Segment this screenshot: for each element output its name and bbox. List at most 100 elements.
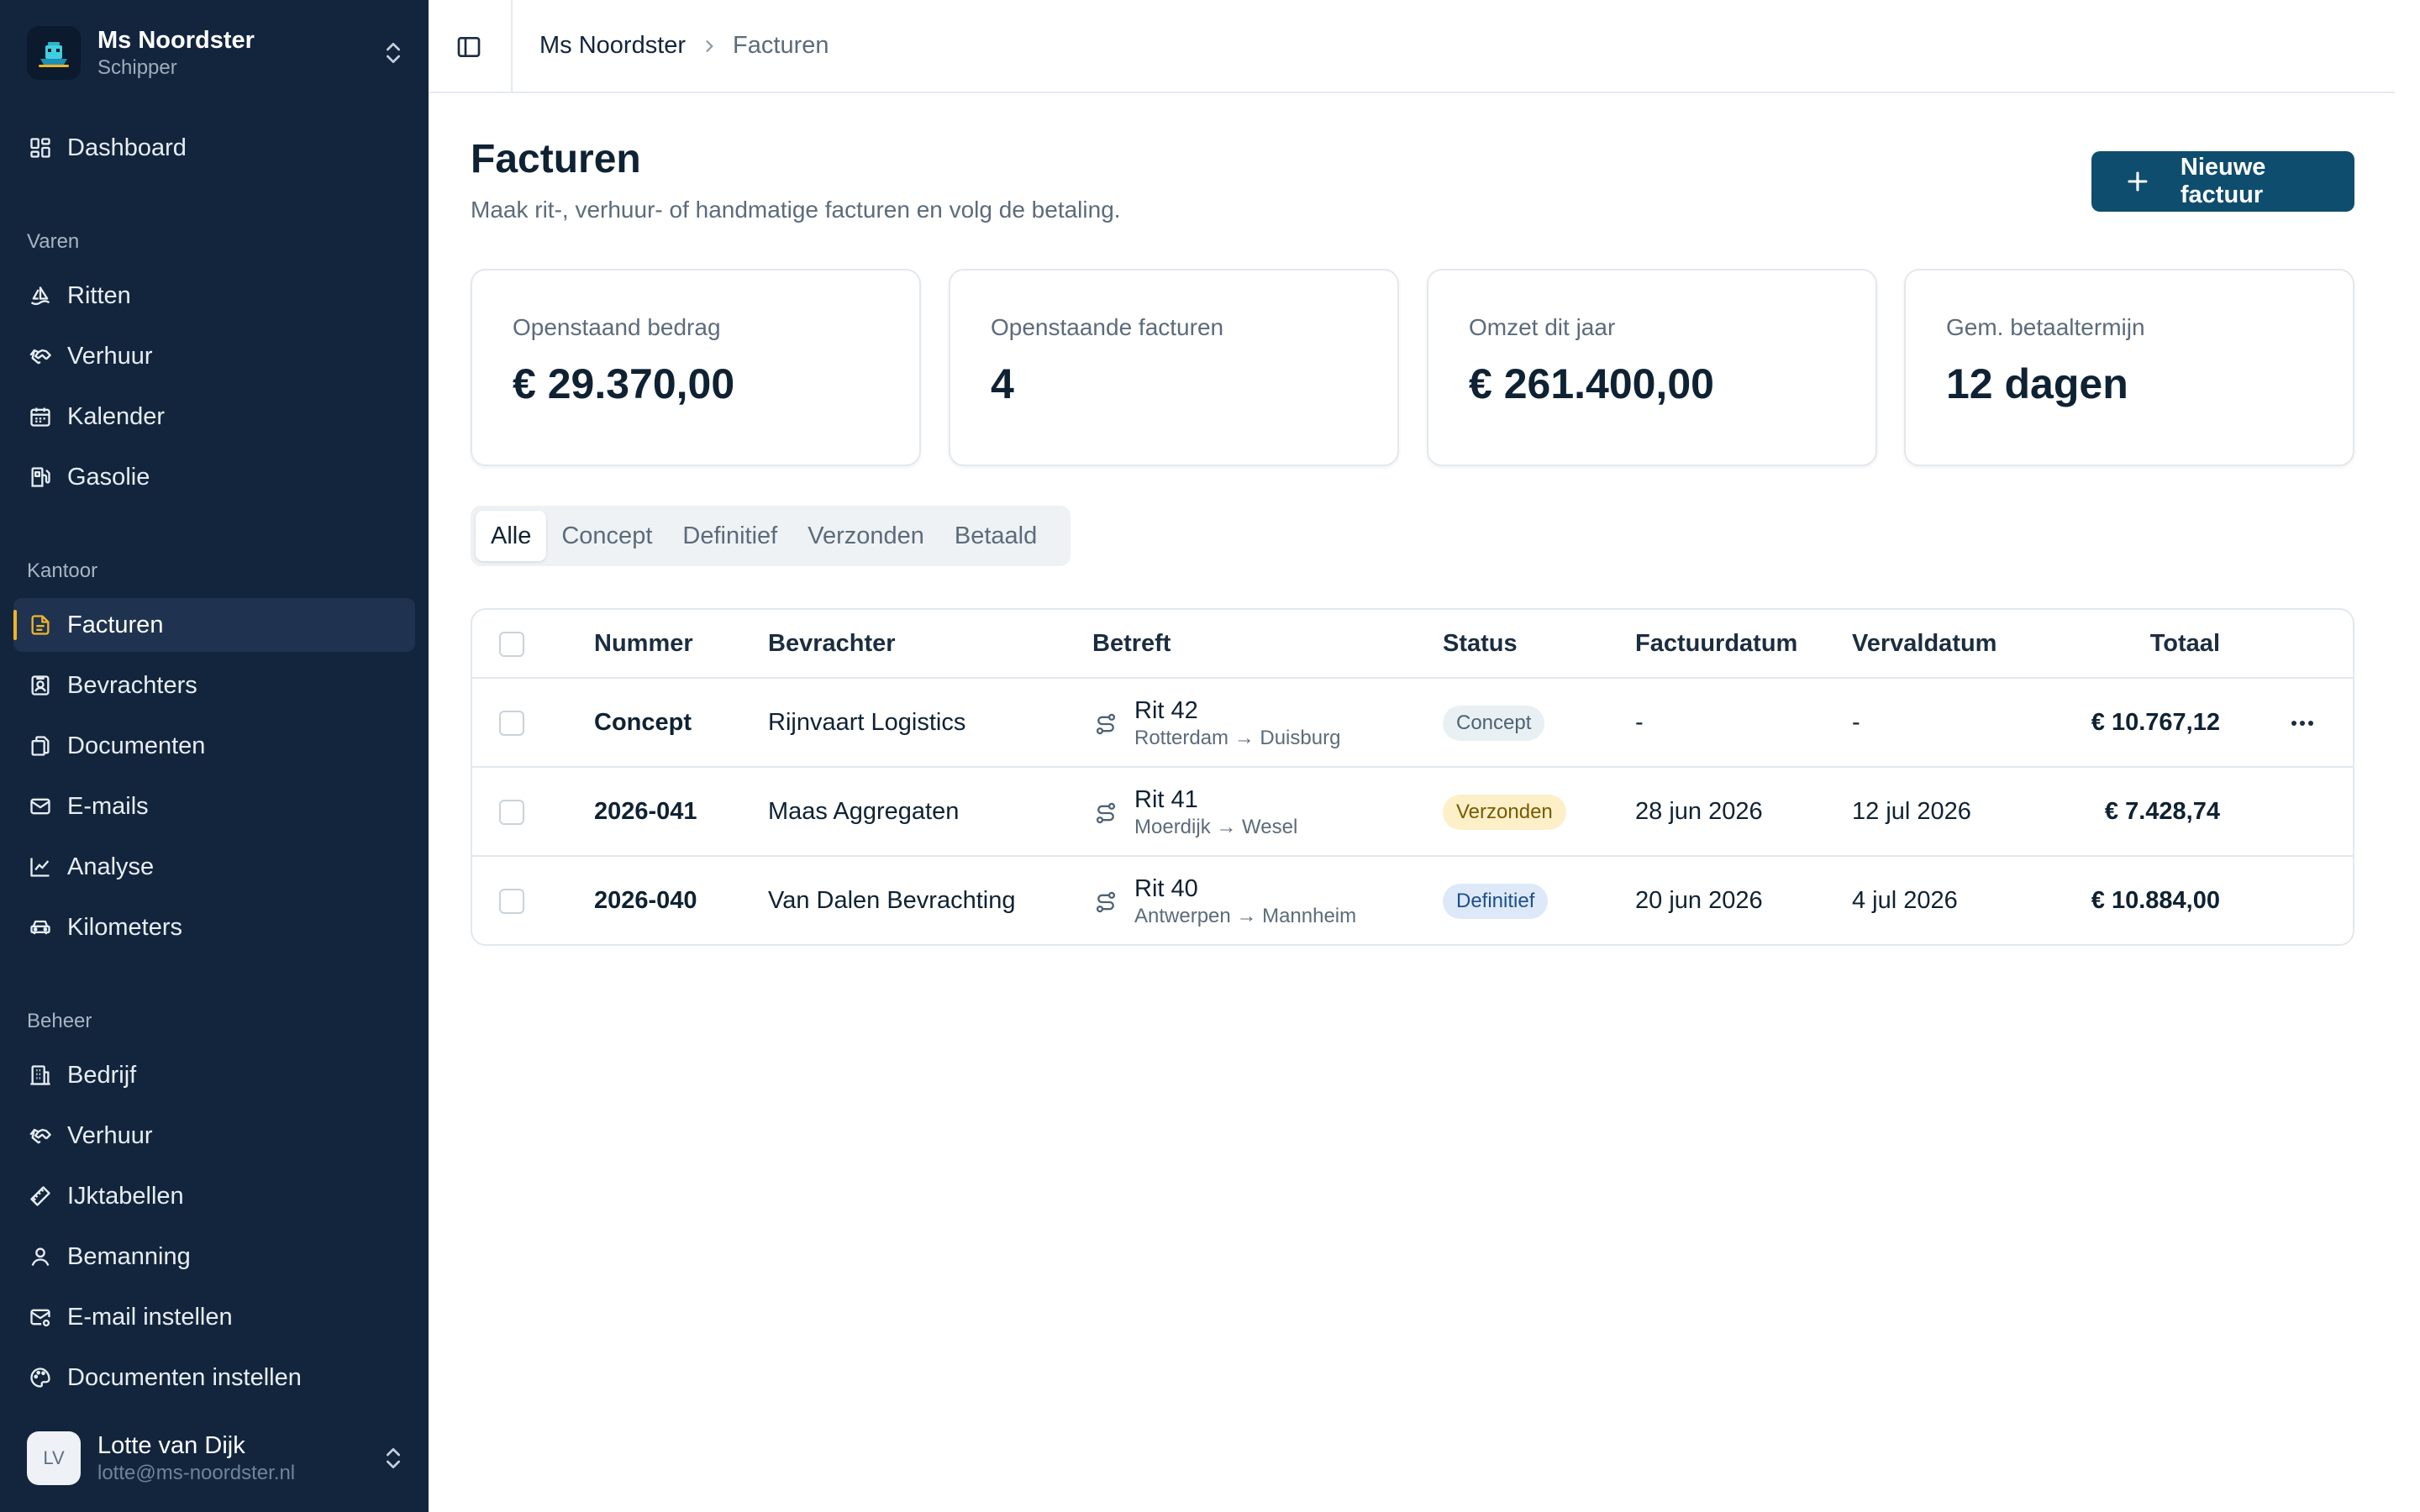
dashboard-icon (27, 134, 54, 161)
sailboat-icon (27, 282, 54, 309)
tab-concept[interactable]: Concept (546, 511, 667, 561)
sidebar-item-e-mails[interactable]: E-mails (13, 780, 415, 833)
sidebar-item-label: Verhuur (67, 1121, 153, 1149)
due-date: 4 jul 2026 (1852, 887, 1958, 914)
row-checkbox[interactable] (499, 889, 524, 914)
sidebar-item-bemanning[interactable]: Bemanning (13, 1230, 415, 1284)
trip-reference[interactable]: Rit 41 Moerdijk → Wesel (1094, 785, 1297, 840)
sidebar-toggle-button[interactable] (454, 32, 484, 62)
invoice-total: € 10.884,00 (2091, 887, 2220, 914)
tab-verzonden[interactable]: Verzonden (792, 511, 939, 561)
stat-value: 4 (991, 360, 1014, 407)
workspace-switcher[interactable]: Ms Noordster Schipper (27, 25, 407, 81)
stat-card-openstaande-facturen: Openstaande facturen 4 (949, 269, 1399, 466)
trip-route: Moerdijk → Wesel (1134, 816, 1298, 838)
palette-icon (27, 1364, 54, 1391)
topbar: Ms Noordster Facturen (429, 0, 2395, 93)
sidebar-item-ritten[interactable]: Ritten (13, 269, 415, 323)
sidebar-item-analyse[interactable]: Analyse (13, 840, 415, 894)
shipper-name: Maas Aggregaten (768, 798, 960, 825)
sidebar-item-bedrijf[interactable]: Bedrijf (13, 1048, 415, 1102)
due-date: 12 jul 2026 (1852, 798, 1971, 825)
table-row[interactable]: 2026-040 Van Dalen Bevrachting Rit 40 An… (472, 857, 2353, 944)
column-header-bevrachter[interactable]: Bevrachter (768, 630, 896, 658)
documents-icon (27, 732, 54, 759)
sidebar-item-gasolie[interactable]: Gasolie (13, 450, 415, 504)
tab-definitief[interactable]: Definitief (667, 511, 792, 561)
sidebar-item-dashboard[interactable]: Dashboard (13, 121, 415, 175)
sidebar-item-facturen[interactable]: Facturen (13, 598, 415, 652)
status-badge: Definitief (1443, 884, 1549, 919)
section-label-beheer: Beheer (27, 1010, 92, 1032)
new-invoice-button[interactable]: Nieuwe factuur (2091, 151, 2354, 212)
table-row[interactable]: 2026-041 Maas Aggregaten Rit 41 Moerdijk… (472, 768, 2353, 857)
sidebar-item-e-mail-instellen[interactable]: E-mail instellen (13, 1290, 415, 1344)
sidebar-item-bevrachters[interactable]: Bevrachters (13, 659, 415, 712)
column-header-factuurdatum[interactable]: Factuurdatum (1635, 630, 1797, 658)
user-icon (27, 1243, 54, 1270)
sidebar-item-verhuur-beheer[interactable]: Verhuur (13, 1109, 415, 1163)
new-invoice-label: Nieuwe factuur (2180, 154, 2266, 208)
sidebar-item-ijktabellen[interactable]: IJktabellen (13, 1169, 415, 1223)
column-header-nummer[interactable]: Nummer (594, 630, 693, 658)
trip-reference[interactable]: Rit 40 Antwerpen → Mannheim (1094, 874, 1356, 929)
tab-betaald[interactable]: Betaald (939, 511, 1052, 561)
route-icon (1096, 891, 1116, 913)
sidebar-item-documenten[interactable]: Documenten (13, 719, 415, 773)
invoice-number: 2026-041 (594, 798, 697, 825)
user-menu[interactable]: LV Lotte van Dijk lotte@ms-noordster.nl (27, 1431, 407, 1486)
user-name: Lotte van Dijk (97, 1432, 245, 1459)
select-all-checkbox[interactable] (499, 632, 524, 657)
row-checkbox[interactable] (499, 800, 524, 825)
shipper-name: Van Dalen Bevrachting (768, 887, 1016, 914)
sidebar: Ms Noordster Schipper Dashboard Varen Ri… (0, 0, 429, 1512)
breadcrumb-root-link[interactable]: Ms Noordster (539, 32, 686, 60)
sidebar-item-label: Facturen (67, 611, 164, 638)
plus-icon (2128, 171, 2148, 192)
handshake-icon (27, 1122, 54, 1149)
section-label-kantoor: Kantoor (27, 559, 98, 582)
table-row[interactable]: Concept Rijnvaart Logistics Rit 42 Rotte… (472, 679, 2353, 768)
building-icon (27, 1062, 54, 1089)
workspace-name: Ms Noordster (97, 27, 255, 54)
column-header-betreft[interactable]: Betreft (1092, 630, 1171, 658)
sidebar-item-kilometers[interactable]: Kilometers (13, 900, 415, 954)
page-title: Facturen (471, 137, 641, 181)
sidebar-item-label: Kilometers (67, 913, 182, 941)
line-chart-icon (27, 853, 54, 880)
chevron-up-down-icon (387, 1448, 400, 1468)
calendar-icon (27, 403, 54, 430)
breadcrumb: Ms Noordster Facturen (539, 32, 829, 60)
row-checkbox[interactable] (499, 711, 524, 736)
column-header-status[interactable]: Status (1443, 630, 1518, 658)
sidebar-item-label: Documenten instellen (67, 1363, 302, 1391)
mail-settings-icon (27, 1304, 54, 1331)
stat-label: Openstaande facturen (991, 314, 1224, 340)
sidebar-item-kalender[interactable]: Kalender (13, 390, 415, 444)
column-header-vervaldatum[interactable]: Vervaldatum (1852, 630, 1996, 658)
shipper-name: Rijnvaart Logistics (768, 709, 966, 736)
route-icon (1096, 802, 1116, 824)
more-actions-icon[interactable] (2286, 711, 2319, 736)
sidebar-item-label: Ritten (67, 281, 131, 309)
stat-value: 12 dagen (1946, 360, 2128, 407)
column-header-totaal[interactable]: Totaal (2086, 630, 2220, 658)
sidebar-item-label: Bevrachters (67, 671, 197, 699)
sidebar-item-documenten-instellen[interactable]: Documenten instellen (13, 1351, 415, 1404)
tab-alle[interactable]: Alle (476, 511, 547, 561)
invoice-date: 28 jun 2026 (1635, 798, 1763, 825)
stat-card-gem-betaaltermijn: Gem. betaaltermijn 12 dagen (1904, 269, 2354, 466)
sidebar-item-verhuur[interactable]: Verhuur (13, 329, 415, 383)
invoice-date: 20 jun 2026 (1635, 887, 1763, 914)
stat-label: Openstaand bedrag (513, 314, 721, 340)
trip-title: Rit 42 (1134, 697, 1198, 724)
table-header: Nummer Bevrachter Betreft Status Factuur… (472, 610, 2353, 679)
due-date: - (1852, 709, 1860, 736)
stat-card-omzet-dit-jaar: Omzet dit jaar € 261.400,00 (1427, 269, 1877, 466)
trip-title: Rit 40 (1134, 875, 1198, 902)
trip-reference[interactable]: Rit 42 Rotterdam → Duisburg (1094, 696, 1340, 751)
sidebar-item-label: IJktabellen (67, 1182, 184, 1210)
sidebar-item-label: Verhuur (67, 342, 153, 370)
stat-value: € 261.400,00 (1469, 360, 1714, 407)
handshake-icon (27, 343, 54, 370)
